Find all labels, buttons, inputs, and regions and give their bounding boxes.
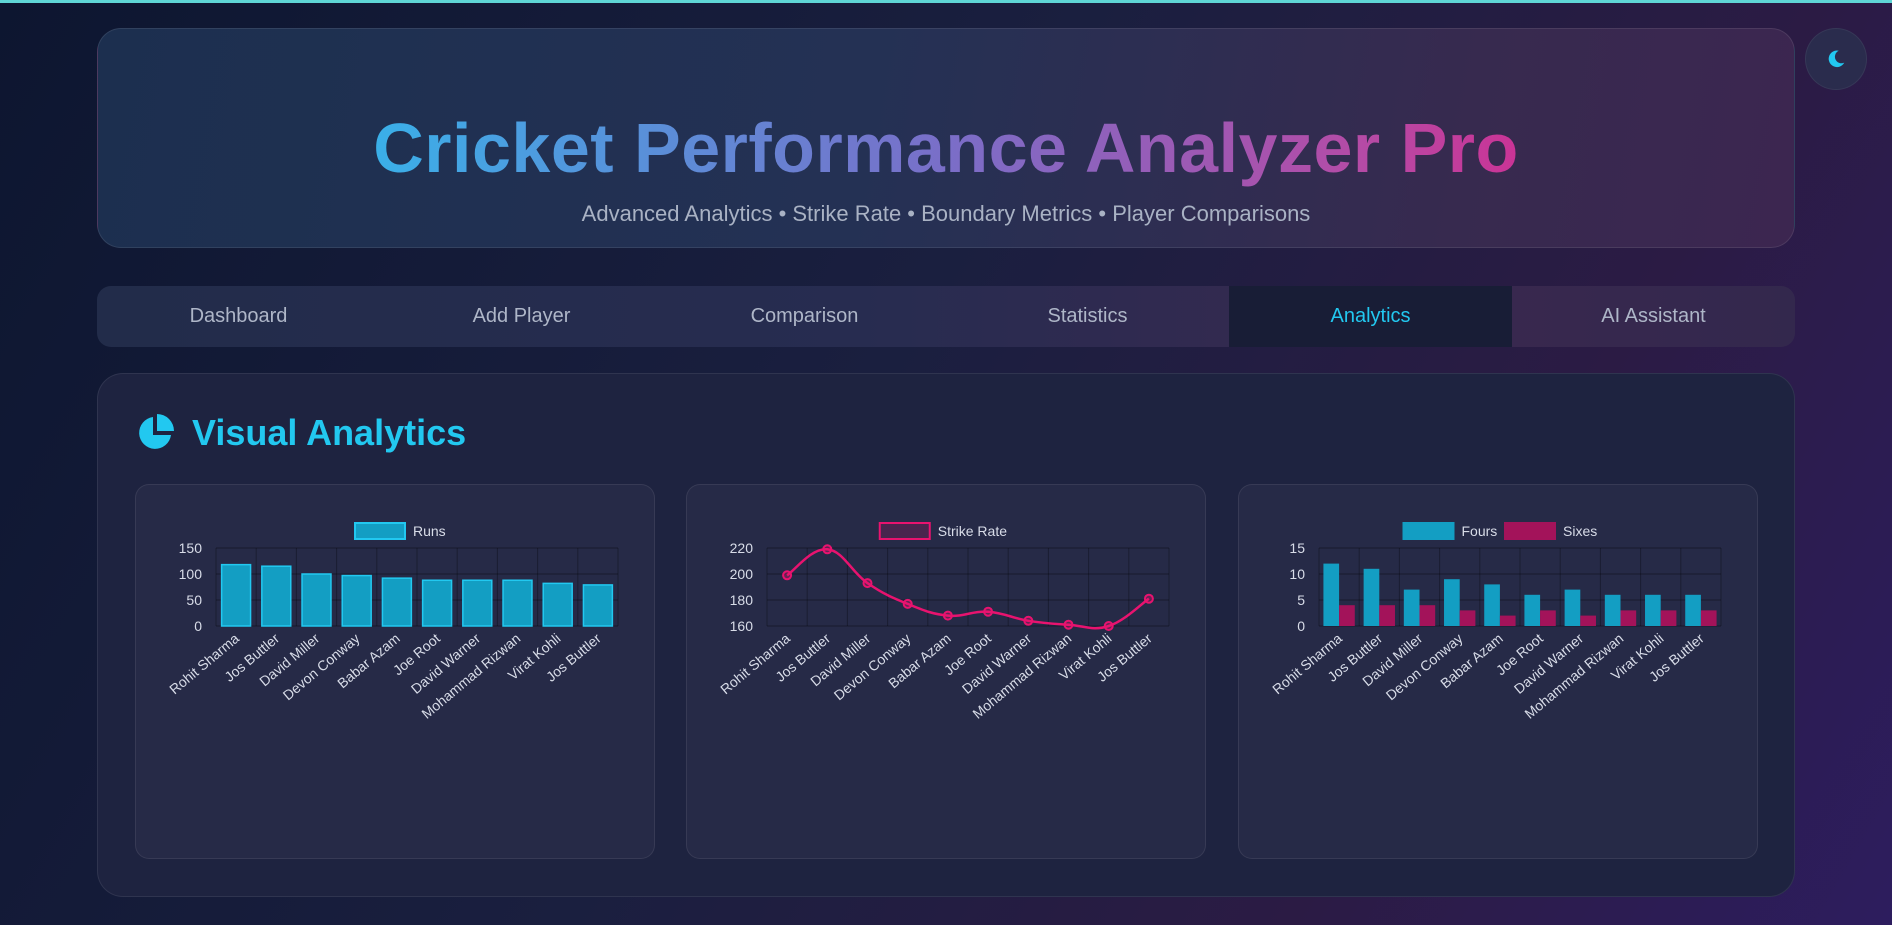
top-accent-line: [0, 0, 1892, 3]
strike-rate-chart: Strike Rate160180200220Rohit SharmaJos B…: [717, 522, 1170, 722]
bar-runs: [381, 577, 413, 627]
moon-icon: [1828, 50, 1845, 68]
y-tick-label: 150: [179, 540, 203, 556]
pie-chart-icon: [139, 414, 174, 449]
bar-fours: [1564, 589, 1581, 626]
strike-rate-point: [1103, 621, 1114, 631]
bar-runs: [582, 584, 614, 627]
bar-runs: [220, 563, 252, 627]
y-tick-label: 200: [730, 566, 754, 582]
bar-sixes: [1459, 610, 1476, 626]
theme-toggle-button[interactable]: [1805, 28, 1867, 90]
y-tick-label: 100: [179, 566, 203, 582]
app-header: Cricket Performance Analyzer Pro Advance…: [97, 28, 1795, 248]
strike-rate-point: [1063, 619, 1074, 630]
tab-ai-assistant[interactable]: AI Assistant: [1512, 286, 1795, 347]
strike-rate-point: [862, 578, 873, 589]
app-title: Cricket Performance Analyzer Pro: [98, 107, 1794, 189]
analytics-panel: Visual Analytics Runs 0 50 100 150 Rohit Shar…: [97, 373, 1795, 897]
strike-rate-point: [822, 544, 833, 555]
boundaries-chart: Fours Sixes051015Rohit SharmaJos ButtlerD…: [1269, 522, 1722, 722]
tab-analytics[interactable]: Analytics: [1229, 286, 1512, 347]
bar-fours: [1685, 594, 1701, 626]
legend-label-runs: Runs: [413, 523, 446, 539]
main-tabs: Dashboard Add Player Comparison Statisti…: [97, 286, 1795, 347]
strike-rate-point: [1023, 615, 1034, 626]
y-tick-label: 160: [730, 618, 754, 634]
tab-add-player[interactable]: Add Player: [380, 286, 663, 347]
runs-chart-card: Runs 0 50 100 150 Rohit Sharma Jos Buttler Davi…: [135, 484, 655, 859]
bar-fours: [1403, 589, 1420, 626]
bar-fours: [1444, 579, 1460, 626]
bar-sixes: [1700, 610, 1717, 626]
tab-comparison[interactable]: Comparison: [663, 286, 946, 347]
bar-sixes: [1620, 610, 1637, 626]
bar-runs: [462, 579, 493, 627]
strike-rate-point: [983, 606, 994, 617]
legend-swatch-strike-rate: [878, 522, 931, 540]
panel-title: Visual Analytics: [192, 412, 467, 453]
bar-fours: [1524, 594, 1541, 626]
y-tick-label: 50: [186, 592, 202, 608]
bar-fours: [1645, 594, 1661, 626]
tab-dashboard[interactable]: Dashboard: [97, 286, 380, 347]
bar-sixes: [1580, 615, 1596, 626]
y-tick-label: 0: [194, 618, 202, 634]
runs-chart: Runs050100150Rohit SharmaJos ButtlerDavi…: [166, 522, 619, 722]
panel-header: Visual Analytics: [135, 412, 466, 454]
bar-sixes: [1499, 615, 1516, 626]
strike-rate-point: [942, 610, 953, 621]
y-tick-label: 10: [1289, 566, 1305, 582]
y-tick-label: 180: [730, 592, 754, 608]
strike-rate-point: [902, 598, 913, 609]
bar-runs: [301, 573, 332, 627]
app-subtitle: Advanced Analytics • Strike Rate • Bound…: [581, 201, 1311, 226]
bar-runs: [421, 579, 453, 627]
bar-fours: [1604, 594, 1621, 626]
bar-fours: [1323, 563, 1340, 626]
bar-sixes: [1419, 605, 1436, 626]
bar-runs: [542, 582, 573, 627]
bar-runs: [341, 574, 372, 627]
bar-sixes: [1339, 605, 1355, 626]
bar-fours: [1363, 568, 1380, 626]
bar-runs: [502, 579, 533, 627]
legend-label-fours: Fours: [1462, 523, 1498, 539]
legend-swatch-sixes: [1504, 522, 1556, 540]
bar-sixes: [1379, 605, 1395, 626]
y-tick-label: 5: [1297, 592, 1305, 608]
bar-sixes: [1660, 610, 1677, 626]
legend-swatch-fours: [1402, 522, 1455, 540]
y-tick-label: 220: [730, 540, 754, 556]
legend-swatch-runs: [354, 522, 406, 540]
bar-runs: [261, 565, 292, 627]
y-tick-label: 0: [1297, 618, 1305, 634]
bar-fours: [1484, 584, 1500, 626]
legend-label-strike-rate: Strike Rate: [938, 523, 1007, 539]
boundaries-chart-card: Fours Sixes 0 5 10 15 Rohit Sharma Jos Buttler D…: [1238, 484, 1758, 859]
bar-sixes: [1540, 610, 1556, 626]
y-tick-label: 15: [1289, 540, 1305, 556]
legend-label-sixes: Sixes: [1563, 523, 1597, 539]
strike-rate-point: [1143, 593, 1154, 604]
strike-rate-point: [782, 570, 793, 581]
tab-statistics[interactable]: Statistics: [946, 286, 1229, 347]
strike-rate-chart-card: Strike Rate 160 180 200 220 Rohit Sharma Jos B…: [686, 484, 1206, 859]
